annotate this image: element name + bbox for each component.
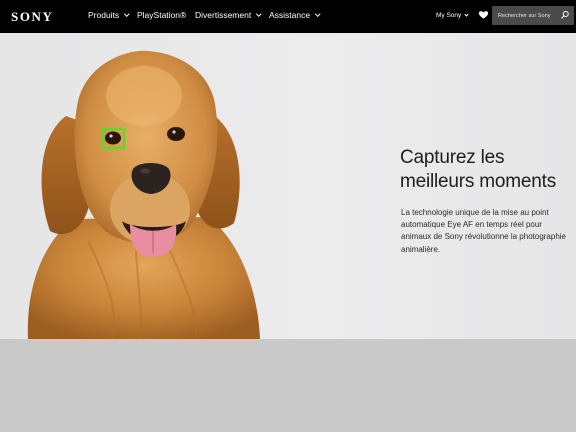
- my-sony-menu[interactable]: My Sony: [436, 11, 469, 19]
- my-sony-label: My Sony: [436, 12, 462, 19]
- hero-banner: Capturez les meilleurs moments La techno…: [0, 33, 576, 339]
- headline-line-1: Capturez les: [400, 147, 505, 168]
- heart-icon[interactable]: [478, 9, 489, 20]
- chevron-down-icon: [256, 11, 262, 16]
- chevron-down-icon: [315, 11, 321, 16]
- nav-item-label: PlayStation®: [137, 10, 187, 20]
- search-icon: [561, 11, 569, 19]
- hero-headline: Capturez les meilleurs moments: [400, 146, 556, 194]
- nav-item-produits[interactable]: Produits: [88, 10, 130, 20]
- search-label: Rechercher sur Sony: [498, 12, 551, 19]
- chevron-down-icon: [464, 11, 469, 17]
- lower-section: [0, 339, 576, 432]
- nav-item-divertissement[interactable]: Divertissement: [195, 10, 262, 20]
- chevron-down-icon: [124, 11, 130, 16]
- sony-logo[interactable]: SONY: [11, 9, 54, 25]
- hero-description: La technologie unique de la mise au poin…: [401, 208, 567, 254]
- golden-retriever-image: [27, 50, 260, 339]
- nav-item-label: Produits: [88, 10, 120, 20]
- nav-item-label: Assistance: [269, 10, 311, 20]
- nav-item-label: Divertissement: [195, 10, 252, 20]
- top-navigation: SONY Produits PlayStation® Divertissemen…: [0, 0, 576, 33]
- search-button[interactable]: Rechercher sur Sony: [492, 6, 574, 25]
- headline-line-2: meilleurs moments: [400, 171, 557, 192]
- nav-item-assistance[interactable]: Assistance: [269, 10, 321, 20]
- nav-item-playstation[interactable]: PlayStation®: [137, 10, 186, 20]
